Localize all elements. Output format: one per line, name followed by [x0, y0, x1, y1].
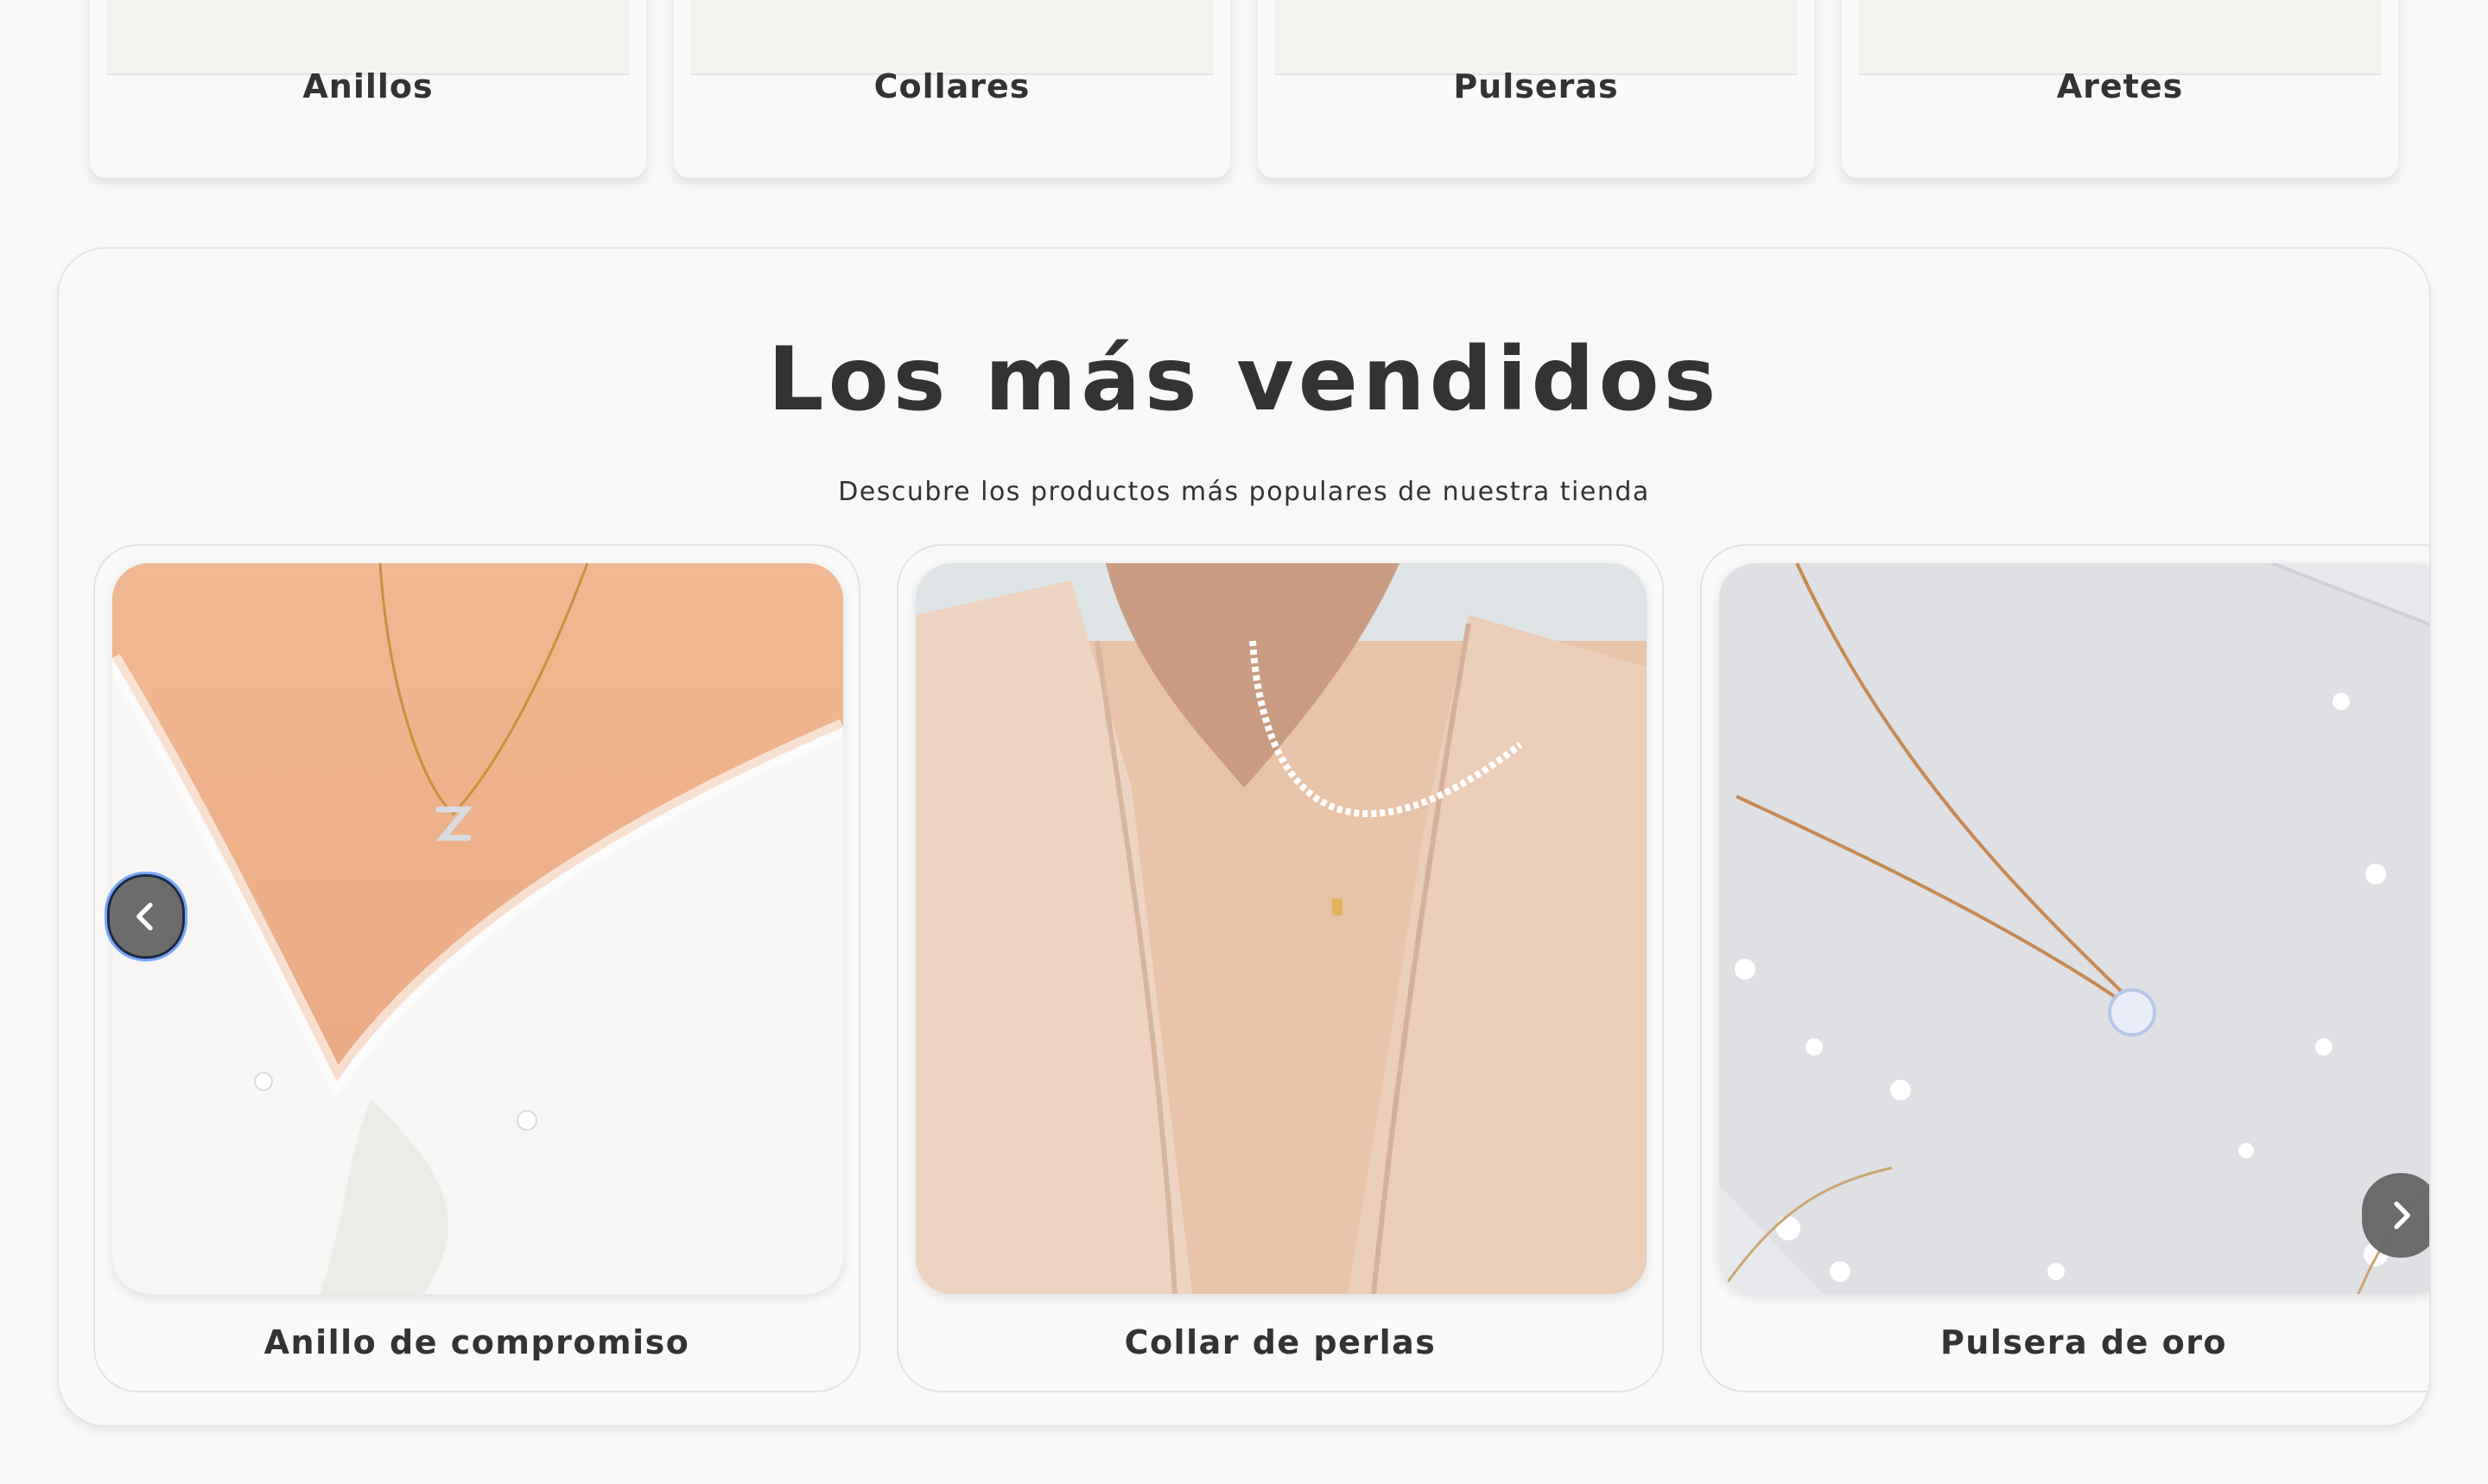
product-name: Anillo de compromiso [263, 1323, 690, 1361]
category-image [1859, 0, 2381, 75]
chevron-left-icon [136, 903, 153, 930]
product-card[interactable]: Anillo de compromiso [93, 544, 860, 1392]
product-image[interactable] [112, 563, 843, 1294]
best-sellers-section: Los más vendidos Descubre los productos … [57, 247, 2431, 1427]
product-image[interactable] [916, 563, 1647, 1294]
product-card[interactable]: Collar de perlas [897, 544, 1664, 1392]
product-name: Collar de perlas [1124, 1323, 1437, 1361]
carousel-prev-button[interactable] [107, 874, 185, 959]
category-label: Aretes [2056, 67, 2184, 105]
category-image [691, 0, 1213, 75]
category-label: Pulseras [1453, 67, 1619, 105]
category-label: Collares [873, 67, 1031, 105]
necklace-photo-3 [1719, 563, 2429, 1294]
category-image [1275, 0, 1797, 75]
section-subtitle: Descubre los productos más populares de … [838, 477, 1650, 507]
category-card-collares[interactable]: Collares [674, 0, 1230, 178]
category-label: Anillos [302, 67, 434, 105]
product-card[interactable]: Pulsera de oro [1700, 544, 2429, 1392]
chevron-right-icon [2394, 1202, 2410, 1229]
product-image[interactable] [1719, 563, 2429, 1294]
necklace-photo-1 [112, 563, 843, 1294]
necklace-photo-2 [916, 563, 1647, 1294]
category-card-anillos[interactable]: Anillos [90, 0, 646, 178]
category-image [107, 0, 629, 75]
product-name: Pulsera de oro [1939, 1323, 2228, 1361]
product-carousel: Anillo de compromiso Collar de perlas Pu… [93, 544, 2429, 1392]
section-title: Los más vendidos [767, 328, 1721, 431]
category-card-aretes[interactable]: Aretes [1842, 0, 2398, 178]
category-row: Anillos Collares Pulseras Aretes [0, 0, 2488, 181]
carousel-next-button[interactable] [2362, 1173, 2429, 1258]
category-card-pulseras[interactable]: Pulseras [1258, 0, 1814, 178]
